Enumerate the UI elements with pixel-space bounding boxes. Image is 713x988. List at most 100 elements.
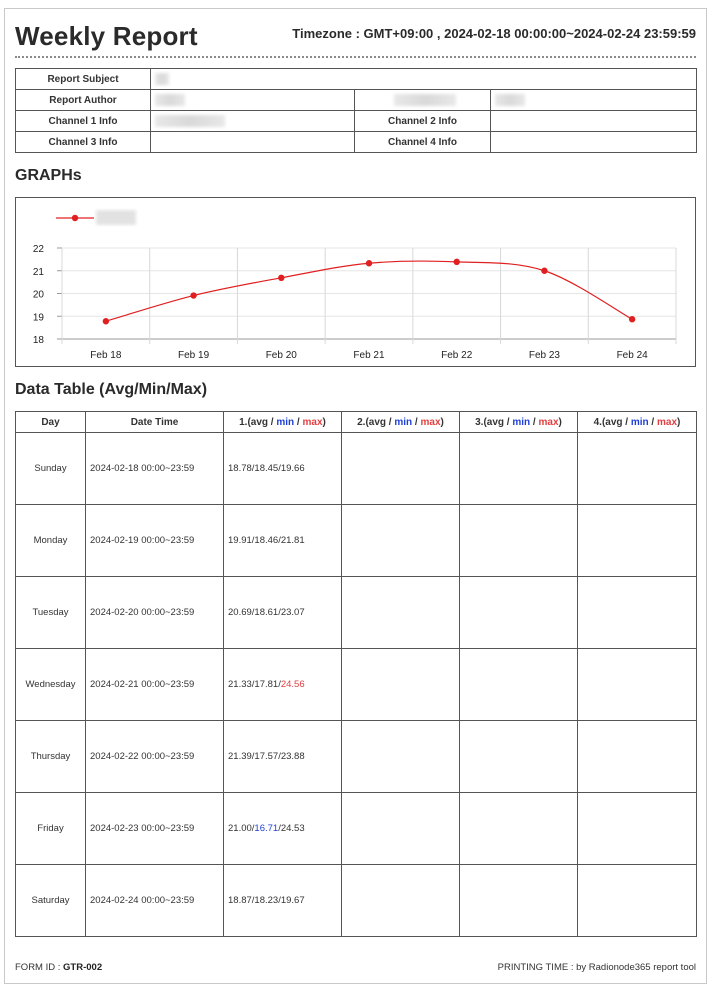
x-tick-label: Feb 21 [353, 350, 385, 361]
report-page: Weekly Report Timezone : GMT+09:00 , 202… [4, 8, 707, 984]
row-channel1-value: 18.78/18.45/19.66 [223, 432, 342, 505]
y-tick-label: 21 [33, 267, 45, 278]
row-channel2-value [341, 648, 460, 721]
printing-time: PRINTING TIME : by Radionode365 report t… [497, 962, 696, 973]
row-channel3-value [459, 720, 578, 793]
row-channel3-value [459, 648, 578, 721]
row-channel1-value: 21.33/17.81/24.56 [223, 648, 342, 721]
header-separator: / [530, 416, 539, 428]
channel4-value [489, 131, 698, 153]
row-channel1-value: 18.87/18.23/19.67 [223, 864, 342, 937]
form-id-value: GTR-002 [63, 962, 103, 973]
header-separator: / [648, 416, 657, 428]
channel2-label: Channel 2 Info [354, 110, 491, 132]
report-subject-label: Report Subject [15, 68, 151, 90]
channel3-value [150, 131, 355, 153]
col-header-day: Day [15, 411, 86, 433]
row-channel2-value [341, 720, 460, 793]
header-close-paren: ) [322, 416, 326, 428]
channel1-value [150, 110, 355, 132]
header-max-label: max [538, 416, 559, 428]
col-header-datetime: Date Time [85, 411, 224, 433]
header-max-label: max [420, 416, 441, 428]
data-point [278, 274, 285, 282]
row-day: Sunday [15, 432, 86, 505]
header-max-label: max [657, 416, 678, 428]
table-row: Thursday 2024-02-22 00:00~23:59 21.39/17.5… [15, 720, 697, 793]
redacted-value-cell [489, 89, 698, 111]
value-min: 18.45 [254, 463, 279, 474]
value-max: 24.56 [280, 679, 305, 690]
timezone-range: Timezone : GMT+09:00 , 2024-02-18 00:00:… [292, 26, 696, 41]
value-max: 19.66 [280, 463, 305, 474]
header-avg-label: 4.(avg / [593, 416, 631, 428]
row-channel1-value: 21.39/17.57/23.88 [223, 720, 342, 793]
value-max: 23.07 [280, 607, 305, 618]
report-author-label: Report Author [15, 89, 151, 111]
report-info-table: Report Subject Report Author Channel 1 I… [15, 68, 698, 153]
row-channel4-value [577, 432, 697, 505]
line-chart: 18 19 20 21 22 Feb 18 Feb 19 Feb 20 Feb 21 Feb 22… [33, 210, 677, 361]
row-day: Tuesday [15, 576, 86, 649]
table-row: Monday 2024-02-19 00:00~23:59 19.91/18.46/… [15, 504, 697, 577]
data-table: Day Date Time 1.(avg / min / max) 2.(avg … [15, 411, 697, 937]
table-row: Saturday 2024-02-24 00:00~23:59 18.87/18.2… [15, 864, 697, 937]
value-max: 23.88 [280, 751, 305, 762]
value-min: 18.46 [254, 535, 279, 546]
value-avg: 21.33 [228, 679, 252, 690]
row-datetime: 2024-02-24 00:00~23:59 [85, 864, 224, 937]
report-subject-value [149, 68, 698, 90]
row-channel3-value [459, 576, 578, 649]
row-channel3-value [459, 504, 578, 577]
value-avg: 18.87 [228, 895, 252, 906]
value-min: 17.57 [254, 751, 279, 762]
header-separator: / [294, 416, 303, 428]
header-avg-label: 3.(avg / [475, 416, 513, 428]
row-datetime: 2024-02-23 00:00~23:59 [85, 792, 224, 865]
header-min-label: min [512, 416, 531, 428]
redacted-value [155, 73, 169, 85]
row-datetime: 2024-02-21 00:00~23:59 [85, 648, 224, 721]
row-channel1-value: 19.91/18.46/21.81 [223, 504, 342, 577]
header-avg-label: 2.(avg / [357, 416, 395, 428]
series-line [105, 260, 633, 322]
row-channel4-value [577, 648, 697, 721]
header-close-paren: ) [677, 416, 681, 428]
y-tick-label: 20 [33, 290, 45, 301]
row-datetime: 2024-02-19 00:00~23:59 [85, 504, 224, 577]
dotted-divider [15, 56, 696, 58]
value-avg: 20.69 [228, 607, 252, 618]
data-point [541, 267, 548, 274]
redacted-value [155, 94, 185, 106]
value-max: 24.53 [280, 823, 305, 834]
form-id-label: FORM ID : [15, 962, 64, 973]
header-separator: / [412, 416, 421, 428]
x-tick-label: Feb 24 [617, 350, 649, 361]
header-max-label: max [302, 416, 323, 428]
header-min-label: min [276, 416, 295, 428]
col-header-channel-2: 2.(avg / min / max) [341, 411, 460, 433]
row-day: Saturday [15, 864, 86, 937]
header-avg-label: 1.(avg / [239, 416, 277, 428]
legend-label-redacted [96, 210, 136, 225]
row-channel4-value [577, 576, 697, 649]
channel4-label: Channel 4 Info [354, 131, 491, 153]
channel3-label: Channel 3 Info [15, 131, 151, 153]
x-tick-label: Feb 23 [529, 350, 561, 361]
redacted-value [155, 115, 225, 127]
value-max: 19.67 [280, 895, 305, 906]
row-channel2-value [341, 432, 460, 505]
row-day: Wednesday [15, 648, 86, 721]
table-row: Friday 2024-02-23 00:00~23:59 21.00/16.71/… [15, 792, 697, 865]
redacted-label-cell [354, 89, 491, 111]
row-datetime: 2024-02-22 00:00~23:59 [85, 720, 224, 793]
row-channel1-value: 21.00/16.71/24.53 [223, 792, 342, 865]
table-row: Tuesday 2024-02-20 00:00~23:59 20.69/18.61… [15, 576, 697, 649]
data-point [453, 258, 460, 266]
col-header-channel-1: 1.(avg / min / max) [223, 411, 342, 433]
data-point [365, 260, 373, 267]
row-datetime: 2024-02-20 00:00~23:59 [85, 576, 224, 649]
y-tick-label: 22 [33, 244, 45, 255]
row-channel4-value [577, 720, 697, 793]
page-title: Weekly Report [15, 21, 198, 51]
